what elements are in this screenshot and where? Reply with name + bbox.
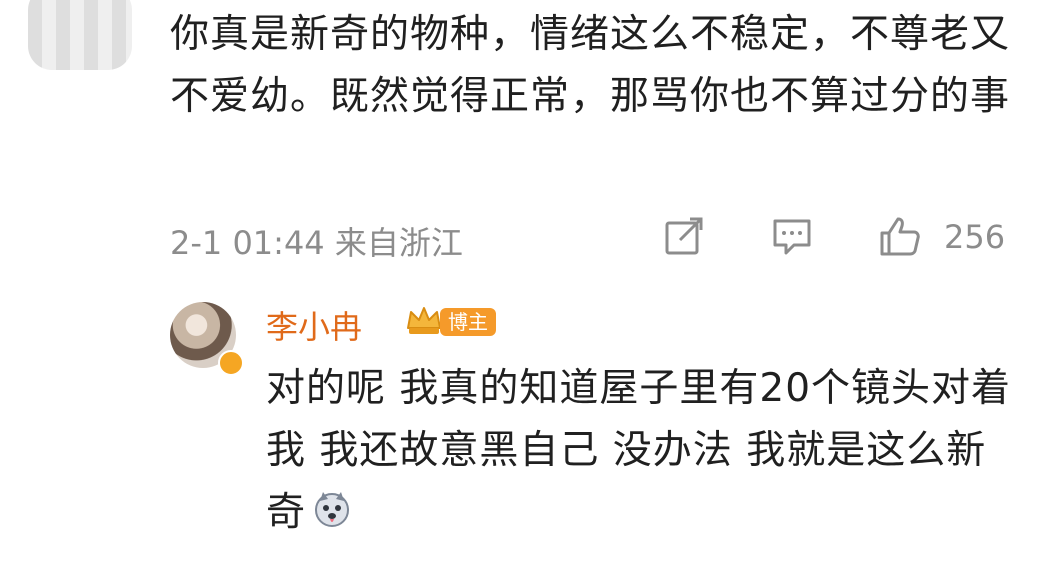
comment-meta-row: 2-1 01:44 来自浙江 256 [170, 212, 1020, 262]
reply-text: 对的呢 我真的知道屋子里有20个镜头对着我 我还故意黑自己 没办法 我就是这么新… [266, 358, 1026, 544]
reply-author-name[interactable]: 李小冉 [266, 302, 362, 348]
reply-block: 李小冉 博主 对的呢 我真的知道屋子里有20个镜头对着我 我还故意黑自己 没办法… [170, 296, 1030, 556]
share-icon[interactable] [662, 214, 706, 258]
blogger-badge: 博主 [440, 308, 496, 336]
comment-icon[interactable] [770, 214, 814, 258]
husky-dog-face-icon [315, 492, 350, 527]
like-count: 256 [944, 218, 1006, 256]
comment-text: 你真是新奇的物种，情绪这么不稳定，不尊老又不爱幼。既然觉得正常，那骂你也不算过分… [170, 12, 1011, 119]
comment-time-location: 2-1 01:44 来自浙江 [170, 224, 463, 262]
comment-avatar[interactable] [28, 0, 132, 70]
reply-text-content: 对的呢 我真的知道屋子里有20个镜头对着我 我还故意黑自己 没办法 我就是这么新… [266, 366, 1012, 535]
crown-icon [407, 307, 441, 334]
verified-badge-icon [218, 350, 244, 376]
like-thumb-icon[interactable] [878, 214, 922, 258]
